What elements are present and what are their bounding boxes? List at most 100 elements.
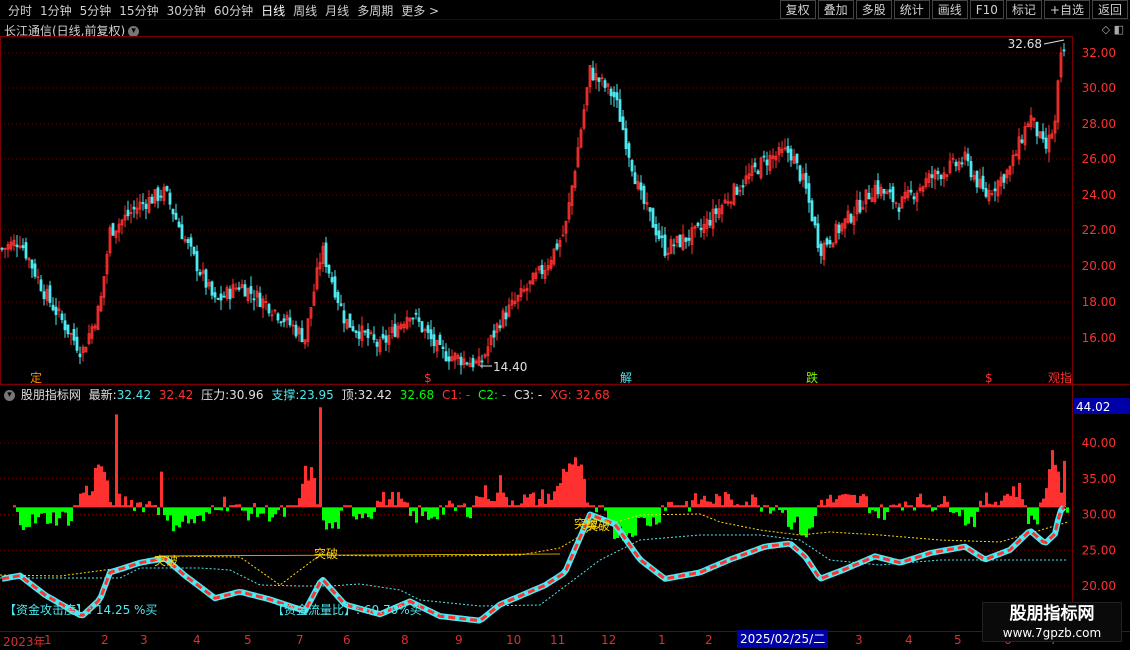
- histogram-bar: [241, 507, 244, 511]
- candle-body: [960, 162, 964, 165]
- histogram-bar: [1027, 507, 1030, 525]
- histogram-bar: [13, 505, 16, 508]
- histogram-bar: [1003, 495, 1006, 508]
- indicator-tick-label: 20.00: [1082, 579, 1116, 593]
- candle-body: [222, 295, 226, 298]
- histogram-bar: [355, 507, 358, 520]
- histogram-bar: [133, 507, 136, 511]
- histogram-bar: [889, 505, 892, 508]
- histogram-bar: [238, 504, 241, 508]
- candle-body: [78, 353, 82, 358]
- histogram-bar: [820, 499, 823, 508]
- histogram-bar: [337, 507, 340, 529]
- histogram-bar: [673, 505, 676, 508]
- histogram-bar: [976, 507, 979, 512]
- candle-body: [339, 303, 343, 307]
- candle-body: [39, 279, 43, 292]
- candle-body: [33, 263, 37, 277]
- histogram-bar: [982, 505, 985, 508]
- candle-body: [132, 206, 136, 210]
- candle-body: [330, 277, 334, 283]
- histogram-bar: [310, 467, 313, 508]
- histogram-bar: [739, 505, 742, 508]
- histogram-bar: [667, 502, 670, 508]
- histogram-bar: [364, 507, 367, 514]
- histogram-bar: [562, 468, 565, 508]
- histogram-bar: [1063, 460, 1066, 508]
- chart-canvas[interactable]: 32.00 30.00 28.00 26.00 24.00 22.00 20.00 18.00…: [0, 0, 1130, 650]
- candle-body: [1044, 137, 1048, 149]
- histogram-bar: [328, 507, 331, 524]
- histogram-bar: [268, 507, 271, 522]
- histogram-bar: [766, 505, 769, 508]
- histogram-bar: [454, 507, 457, 511]
- histogram-bar: [715, 493, 718, 508]
- histogram-bar: [322, 507, 325, 521]
- x-label: 1: [658, 633, 666, 647]
- histogram-bar: [958, 507, 961, 517]
- histogram-bar: [43, 507, 46, 513]
- histogram-bar: [61, 507, 64, 512]
- candle-body: [252, 298, 256, 301]
- histogram-bar: [865, 496, 868, 508]
- histogram-bar: [832, 502, 835, 508]
- candle-body: [354, 330, 358, 333]
- candle-body: [30, 259, 34, 269]
- candle-body: [912, 196, 916, 200]
- histogram-bar: [772, 507, 775, 511]
- candle-body: [189, 237, 193, 247]
- x-label: 11: [550, 633, 566, 647]
- candle-body: [327, 264, 331, 274]
- candle-body: [276, 313, 280, 321]
- candle-body: [753, 162, 757, 168]
- histogram-bar: [196, 507, 199, 516]
- candle-body: [417, 317, 421, 322]
- histogram-bar: [661, 505, 664, 508]
- candle-body: [447, 356, 451, 362]
- histogram-bar: [994, 501, 997, 508]
- candle-body: [168, 192, 172, 205]
- support-label: 支撑:: [271, 388, 300, 402]
- chevron-down-icon[interactable]: ▾: [4, 390, 15, 401]
- candle-body: [798, 165, 802, 182]
- histogram-bar: [730, 499, 733, 508]
- histogram-bar: [769, 507, 772, 514]
- candle-body: [24, 242, 28, 259]
- histogram-bar: [16, 507, 19, 512]
- histogram-bar: [121, 505, 124, 508]
- histogram-bar: [670, 501, 673, 508]
- candle-body: [51, 304, 55, 311]
- candle-body: [444, 351, 448, 361]
- histogram-bar: [880, 504, 883, 508]
- histogram-bar: [103, 472, 106, 508]
- x-label: 5: [954, 633, 962, 647]
- histogram-bar: [544, 503, 547, 508]
- pressure-value: 30.96: [229, 388, 264, 402]
- signal-label: 跌: [806, 370, 818, 385]
- candle-body: [480, 360, 484, 363]
- histogram-bar: [790, 507, 793, 530]
- candle-body: [984, 188, 988, 197]
- histogram-bar: [679, 505, 682, 508]
- histogram-bar: [40, 507, 43, 514]
- candle-body: [969, 161, 973, 178]
- histogram-bar: [862, 493, 865, 508]
- candle-body: [735, 186, 739, 195]
- histogram-bar: [688, 507, 691, 512]
- candle-body: [966, 153, 970, 162]
- histogram-bar: [403, 501, 406, 508]
- histogram-bar: [100, 466, 103, 508]
- histogram-bar: [70, 507, 73, 522]
- candle-body: [813, 216, 817, 226]
- price-tick-label: 24.00: [1082, 188, 1116, 202]
- histogram-bar: [208, 507, 211, 514]
- candle-body: [696, 222, 700, 226]
- candle-body: [210, 281, 214, 296]
- histogram-bar: [154, 504, 157, 508]
- candle-body: [282, 318, 286, 323]
- histogram-bar: [508, 505, 511, 508]
- histogram-bar: [592, 505, 595, 508]
- candle-body: [279, 321, 283, 324]
- indicator-header: ▾ 股朋指标网 最新:32.42 32.42 压力:30.96 支撑:23.95…: [4, 386, 614, 403]
- signal-label: 观指: [1048, 370, 1072, 385]
